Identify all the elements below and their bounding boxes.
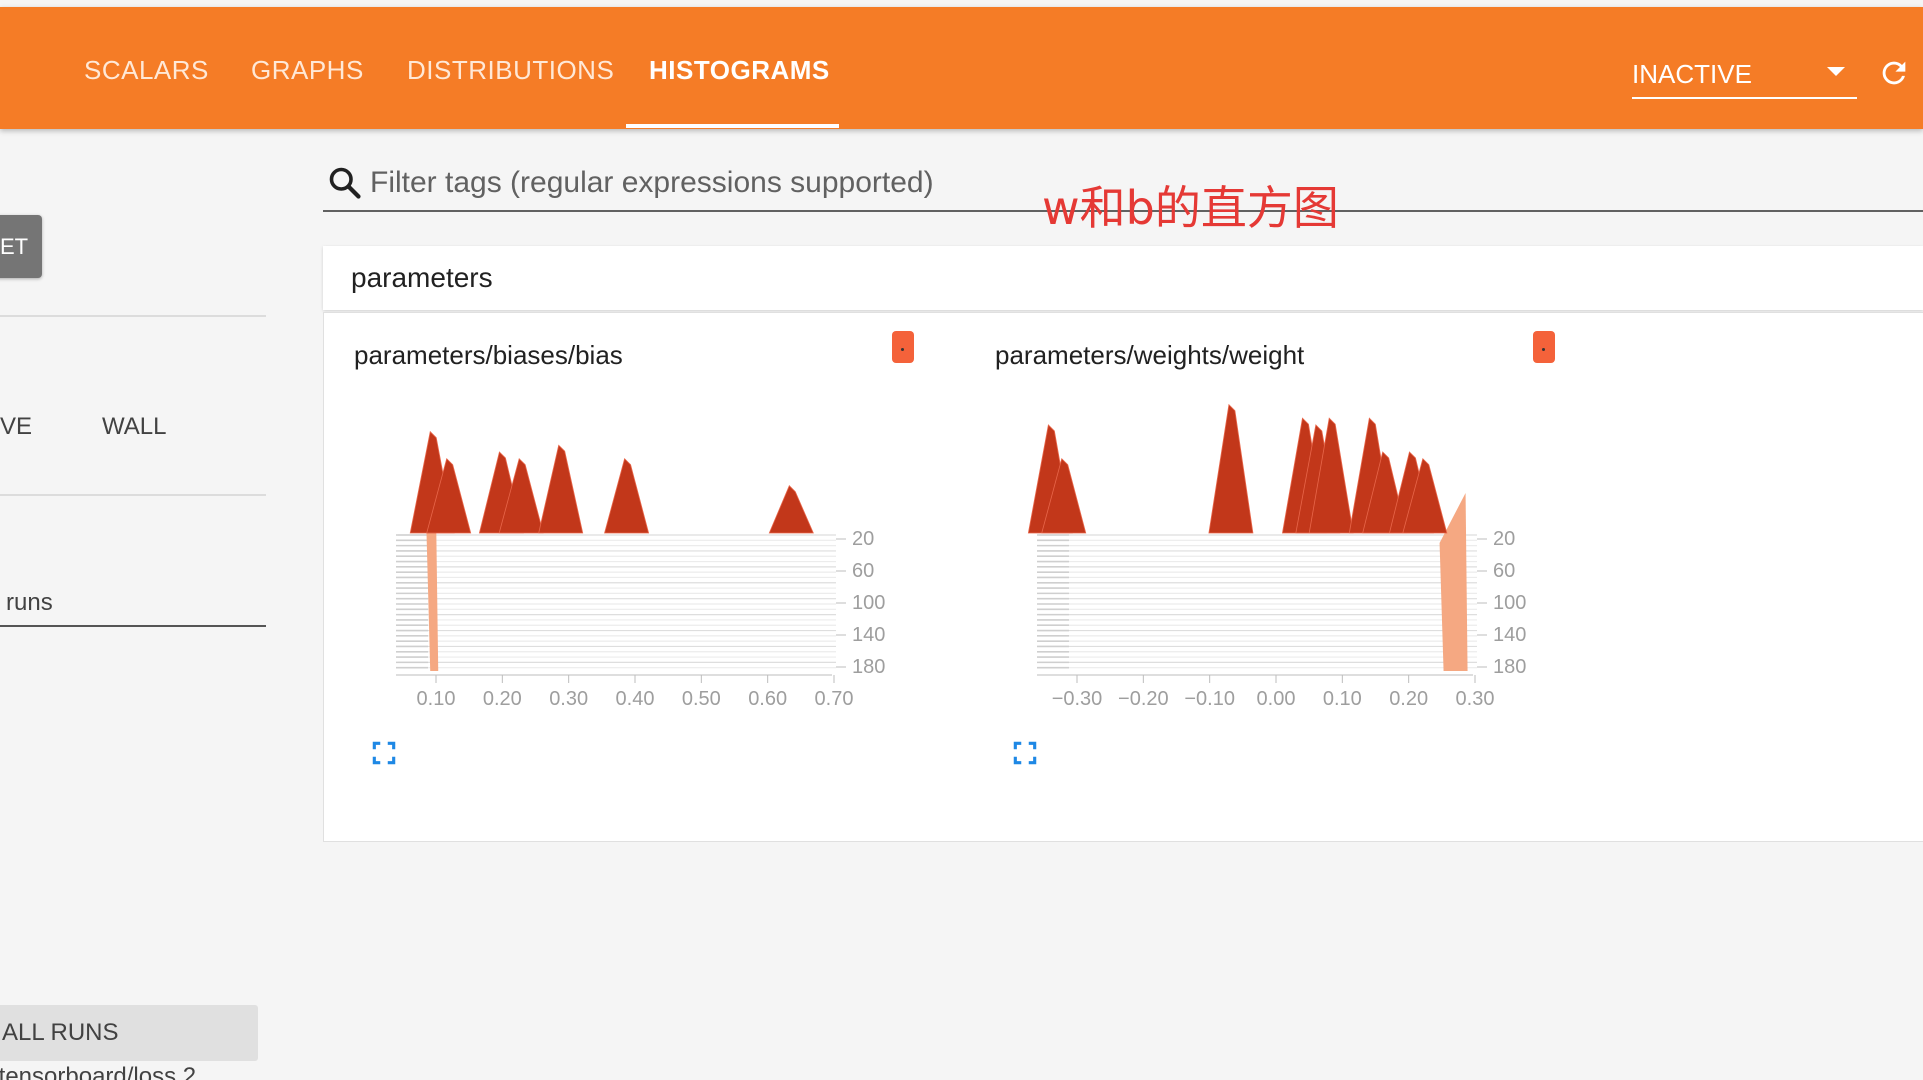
tensorboard-app: SCALARS GRAPHS DISTRIBUTIONS HISTOGRAMS …: [0, 0, 1923, 1080]
tab-scalars[interactable]: SCALARS: [84, 55, 209, 86]
annotation-text: w和b的直方图: [1042, 181, 1339, 235]
runs-filter-underline: [0, 625, 266, 627]
x-tick-label: 0.60: [748, 688, 787, 710]
histogram-band: [1439, 493, 1468, 671]
x-tick-label: −0.20: [1118, 688, 1169, 710]
active-tab-indicator: [626, 124, 839, 128]
x-tick-label: 0.20: [483, 688, 522, 710]
search-icon: [329, 167, 361, 199]
histogram-peak: [604, 457, 650, 534]
x-tick-label: 0.20: [1389, 688, 1428, 710]
histogram-band: [426, 523, 439, 671]
category-title: parameters: [351, 262, 493, 293]
y-tick-label: 180: [1493, 656, 1526, 678]
tab-graphs[interactable]: GRAPHS: [251, 55, 364, 86]
caret-down-icon: [1827, 67, 1845, 76]
x-tick-label: −0.10: [1184, 688, 1235, 710]
histogram-chart-bias: 0.10 0.20 0.30 0.40 0.50 0.60 0.70 20 60 100 140 18…: [396, 430, 885, 710]
histogram-chart-weight: −0.30 −0.20 −0.10 0.00 0.10 0.20 0.30 20 60 100 14…: [1027, 403, 1526, 710]
y-tick-label: 20: [852, 528, 874, 550]
run-list-item[interactable]: /tensorboard/loss 2: [0, 1063, 196, 1080]
sidebar: ET VE WALL runs ALL RUNS /tensorboard/lo…: [0, 129, 270, 1080]
x-tick-label: 0.30: [549, 688, 588, 710]
y-tick-label: 20: [1493, 528, 1515, 550]
x-tick-label: 0.10: [1323, 688, 1362, 710]
y-tick-label: 140: [852, 624, 885, 646]
tab-histograms[interactable]: HISTOGRAMS: [649, 55, 830, 86]
runs-filter-input[interactable]: runs: [6, 589, 53, 617]
inactive-plugins-dropdown[interactable]: INACTIVE: [1632, 47, 1857, 99]
y-tick-label: 140: [1493, 624, 1526, 646]
reset-button[interactable]: ET: [0, 215, 42, 278]
offset-option-relative[interactable]: VE: [0, 413, 32, 441]
sidebar-divider: [0, 494, 266, 496]
histogram-card: parameters/weights/weight −0.30 −0.20 −0.1…: [965, 313, 1565, 833]
offset-option-wall[interactable]: WALL: [102, 413, 166, 441]
category-pane: parameters/biases/bias 0.10 0.20 0.30 0.40 0…: [323, 312, 1923, 842]
x-tick-label: 0.10: [417, 688, 456, 710]
y-tick-label: 60: [1493, 560, 1515, 582]
histogram-peak: [538, 444, 584, 534]
histogram-peak: [768, 485, 814, 534]
x-tick-label: 0.40: [616, 688, 655, 710]
y-tick-label: 60: [852, 560, 874, 582]
category-header[interactable]: parameters: [323, 246, 1923, 310]
x-tick-label: 0.70: [815, 688, 854, 710]
reload-icon[interactable]: [1877, 56, 1911, 90]
y-tick-label: 100: [852, 592, 885, 614]
x-tick-label: 0.50: [682, 688, 721, 710]
x-tick-label: 0.30: [1456, 688, 1495, 710]
tab-distributions[interactable]: DISTRIBUTIONS: [407, 55, 614, 86]
y-tick-label: 180: [852, 656, 885, 678]
top-toolbar: SCALARS GRAPHS DISTRIBUTIONS HISTOGRAMS …: [0, 7, 1923, 129]
dropdown-selected-value: INACTIVE: [1632, 59, 1752, 89]
y-tick-label: 100: [1493, 592, 1526, 614]
histogram-card: parameters/biases/bias 0.10 0.20 0.30 0.40 0…: [324, 313, 924, 833]
fullscreen-icon[interactable]: [369, 738, 399, 768]
toggle-all-runs-button[interactable]: ALL RUNS: [0, 1005, 258, 1061]
sidebar-divider: [0, 315, 266, 317]
histogram-peak: [1208, 403, 1254, 534]
x-tick-label: −0.30: [1052, 688, 1103, 710]
x-tick-label: 0.00: [1257, 688, 1296, 710]
fullscreen-icon[interactable]: [1010, 738, 1040, 768]
